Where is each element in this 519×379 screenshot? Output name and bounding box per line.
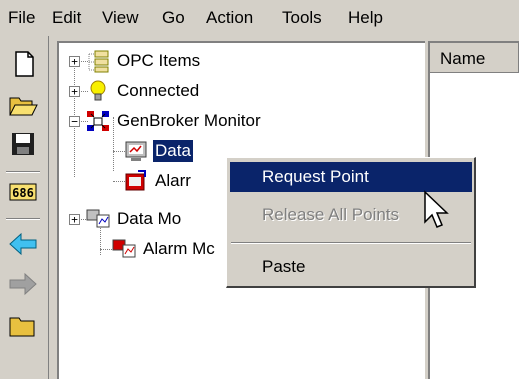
menu-help[interactable]: Help xyxy=(348,8,383,28)
open-folder-icon[interactable] xyxy=(7,88,39,120)
menu-item-label: Request Point xyxy=(262,167,369,186)
menu-action[interactable]: Action xyxy=(206,8,253,28)
data-monitor-icon xyxy=(123,139,149,163)
tree-item-label: Data Mo xyxy=(117,209,182,228)
menu-item-label: Release All Points xyxy=(262,205,400,224)
data-value-icon[interactable]: 686 xyxy=(7,176,39,208)
toolbar-counter-label: 686 xyxy=(12,186,34,200)
tree-item-label: Data xyxy=(153,140,193,162)
menu-separator xyxy=(231,242,471,244)
toolbar: 686 xyxy=(0,36,49,379)
toolbar-separator xyxy=(6,218,40,220)
tree-item-label: OPC Items xyxy=(117,51,201,70)
tree-item-label: Connected xyxy=(117,81,200,100)
back-arrow-icon[interactable] xyxy=(7,228,39,260)
tree-item-alarm-mc[interactable]: Alarm Mc xyxy=(111,236,217,262)
menu-edit[interactable]: Edit xyxy=(52,8,81,28)
tree-item-data[interactable]: Data xyxy=(123,138,193,164)
save-disk-icon[interactable] xyxy=(7,128,39,160)
alarm-mc-icon xyxy=(111,237,137,261)
tree-item-data-mo[interactable]: Data Mo xyxy=(85,206,183,232)
column-header-label: Name xyxy=(440,49,486,68)
folder-icon[interactable] xyxy=(7,306,39,338)
menu-item-label: Paste xyxy=(262,257,306,276)
menu-tools[interactable]: Tools xyxy=(282,8,322,28)
expand-opc-items-button[interactable]: + xyxy=(69,56,80,67)
collapse-genbroker-button[interactable]: − xyxy=(69,116,80,127)
lightbulb-icon xyxy=(85,79,111,103)
menu-view[interactable]: View xyxy=(102,8,139,28)
tree-item-connected[interactable]: Connected xyxy=(85,78,201,104)
mouse-pointer-icon xyxy=(422,190,452,232)
paste-menu-item[interactable]: Paste xyxy=(230,252,472,282)
tree-item-opc-items[interactable]: OPC Items xyxy=(85,48,202,74)
tree-item-label: Alarm Mc xyxy=(143,239,215,258)
tree-item-genbroker-monitor[interactable]: GenBroker Monitor xyxy=(85,108,263,134)
toolbar-separator xyxy=(6,171,40,173)
menu-file[interactable]: File xyxy=(8,8,35,28)
forward-arrow-icon[interactable] xyxy=(7,268,39,300)
opc-items-icon xyxy=(85,49,111,73)
data-mo-icon xyxy=(85,207,111,231)
new-document-icon[interactable] xyxy=(7,48,39,80)
tree-item-alarm[interactable]: Alarr xyxy=(123,168,193,194)
column-header-name[interactable]: Name xyxy=(430,43,519,73)
genbroker-icon xyxy=(85,109,111,133)
request-point-menu-item[interactable]: Request Point xyxy=(230,162,472,192)
alarm-monitor-icon xyxy=(123,169,149,193)
tree-item-label: Alarr xyxy=(155,171,191,190)
expand-data-mo-button[interactable]: + xyxy=(69,214,80,225)
menu-go[interactable]: Go xyxy=(162,8,185,28)
tree-item-label: GenBroker Monitor xyxy=(117,111,261,130)
menu-bar: File Edit View Go Action Tools Help xyxy=(0,0,519,36)
expand-connected-button[interactable]: + xyxy=(69,86,80,97)
